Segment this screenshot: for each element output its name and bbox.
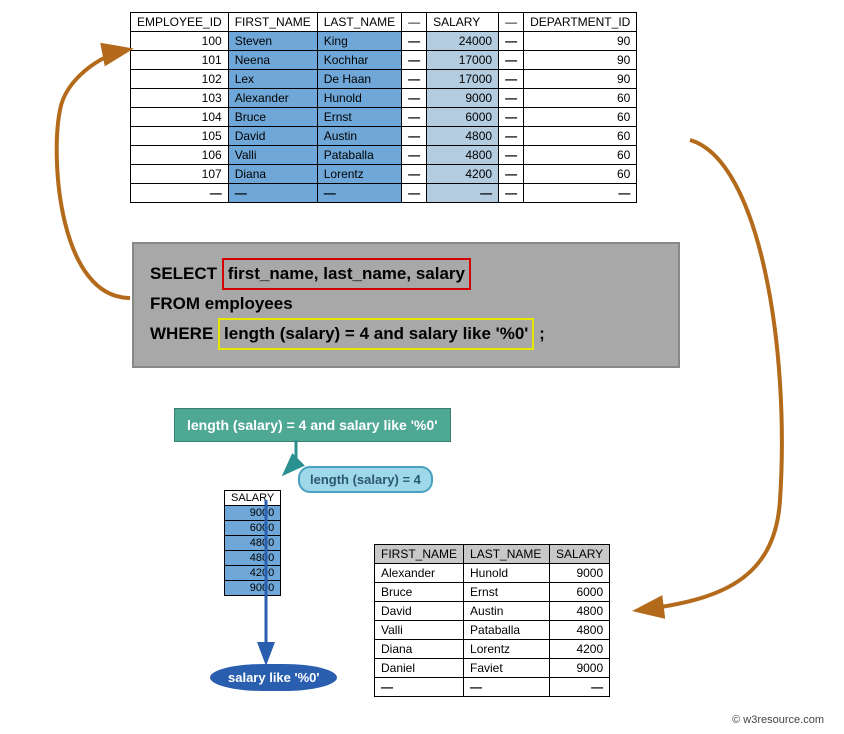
table-row: 105DavidAustin—4800—60 [131, 127, 637, 146]
col-ellipsis: — [402, 13, 427, 32]
result-row: DanielFaviet9000 [375, 659, 610, 678]
highlight-columns: first_name, last_name, salary [222, 258, 471, 290]
result-row: ValliPataballa4800 [375, 621, 610, 640]
table-row: 100StevenKing—24000—90 [131, 32, 637, 51]
table-row: 101NeenaKochhar—17000—90 [131, 51, 637, 70]
copyright-text: © w3resource.com [732, 714, 824, 726]
result-col-salary: SALARY [550, 545, 610, 564]
table-row: 103AlexanderHunold—9000—60 [131, 89, 637, 108]
highlight-condition: length (salary) = 4 and salary like '%0' [218, 318, 534, 350]
col-first-name: FIRST_NAME [228, 13, 317, 32]
sql-line-where: WHERE length (salary) = 4 and salary lik… [150, 318, 662, 350]
salary-row: 4800 [225, 536, 281, 551]
result-table: FIRST_NAME LAST_NAME SALARY AlexanderHun… [374, 544, 610, 697]
condition-length-bubble: length (salary) = 4 [298, 466, 433, 493]
table-row: 104BruceErnst—6000—60 [131, 108, 637, 127]
source-table: EMPLOYEE_ID FIRST_NAME LAST_NAME — SALAR… [130, 12, 637, 203]
salary-row: 4200 [225, 566, 281, 581]
salary-row: 9000 [225, 581, 281, 596]
salary-column-table: SALARY 900060004800480042009000 [224, 490, 281, 596]
result-header-row: FIRST_NAME LAST_NAME SALARY [375, 545, 610, 564]
salary-header: SALARY [225, 491, 281, 506]
table-row: 107DianaLorentz—4200—60 [131, 165, 637, 184]
table-row-ellipsis: — — — — — — — [131, 184, 637, 203]
result-row-ellipsis: — — — [375, 678, 610, 697]
col-last-name: LAST_NAME [317, 13, 401, 32]
col-department-id: DEPARTMENT_ID [524, 13, 637, 32]
result-row: BruceErnst6000 [375, 583, 610, 602]
sql-query-box: SELECT first_name, last_name, salary FRO… [132, 242, 680, 368]
table-row: 102LexDe Haan—17000—90 [131, 70, 637, 89]
table-row: 106ValliPataballa—4800—60 [131, 146, 637, 165]
salary-row: 4800 [225, 551, 281, 566]
sql-line-from: FROM employees [150, 290, 662, 318]
result-row: AlexanderHunold9000 [375, 564, 610, 583]
condition-full-bubble: length (salary) = 4 and salary like '%0' [174, 408, 451, 442]
result-row: DavidAustin4800 [375, 602, 610, 621]
salary-row: 6000 [225, 521, 281, 536]
result-col-last-name: LAST_NAME [464, 545, 550, 564]
condition-like-bubble: salary like '%0' [210, 664, 337, 691]
salary-row: 9000 [225, 506, 281, 521]
sql-line-select: SELECT first_name, last_name, salary [150, 258, 662, 290]
table-header-row: EMPLOYEE_ID FIRST_NAME LAST_NAME — SALAR… [131, 13, 637, 32]
col-ellipsis: — [499, 13, 524, 32]
result-col-first-name: FIRST_NAME [375, 545, 464, 564]
col-salary: SALARY [427, 13, 499, 32]
result-row: DianaLorentz4200 [375, 640, 610, 659]
col-employee-id: EMPLOYEE_ID [131, 13, 229, 32]
